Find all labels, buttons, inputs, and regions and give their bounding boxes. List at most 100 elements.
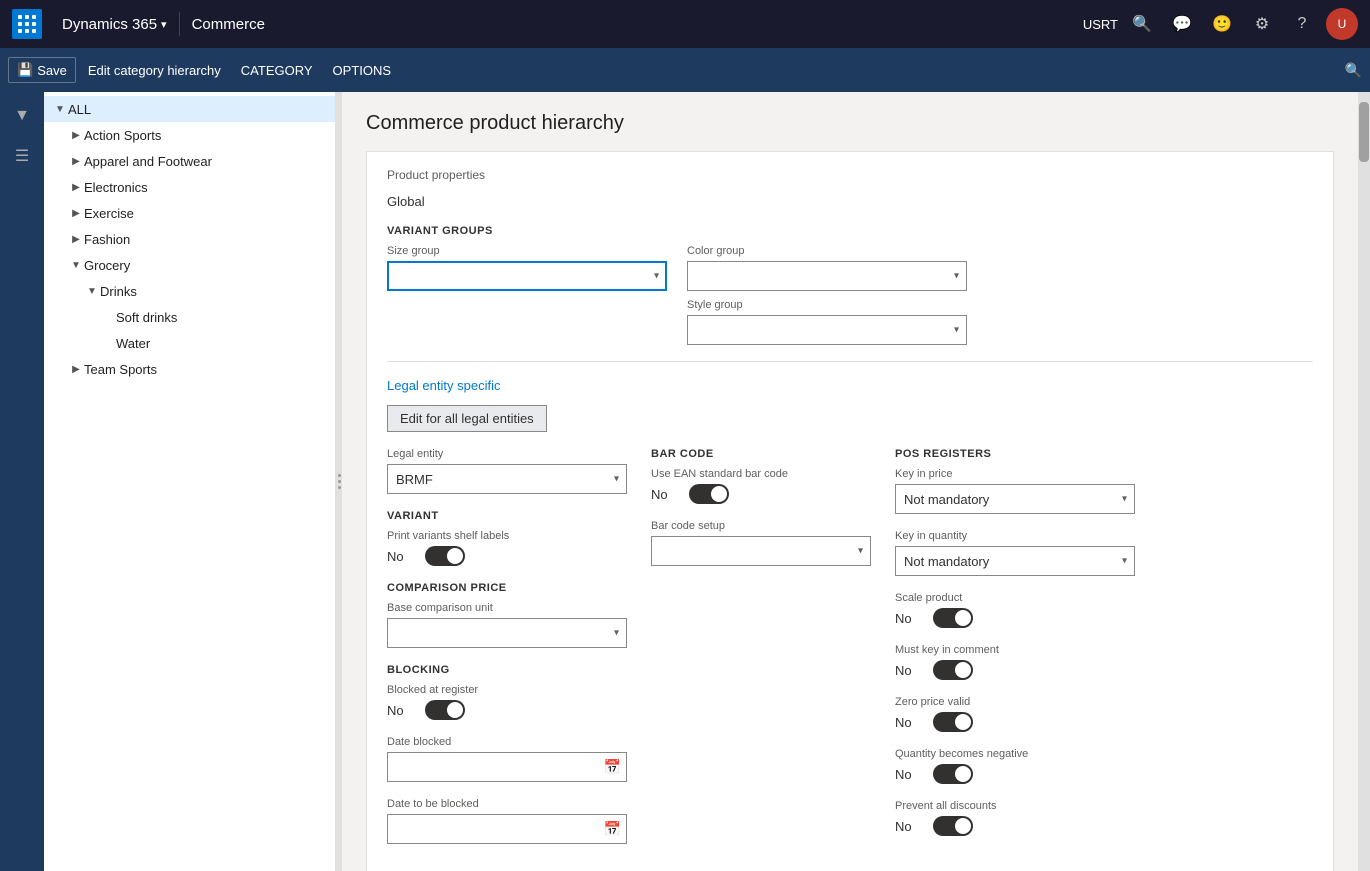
main-content: Commerce product hierarchy Product prope… (342, 92, 1358, 871)
search-icon[interactable]: 🔍 (1126, 8, 1158, 40)
key-in-price-label: Key in price (895, 468, 1135, 480)
qty-negative-toggle[interactable] (933, 764, 973, 784)
zero-price-toggle[interactable] (933, 712, 973, 732)
global-label: Global (387, 194, 1313, 209)
must-key-toggle[interactable] (933, 660, 973, 680)
base-comparison-select[interactable] (387, 618, 627, 648)
barcode-setup-group: Bar code setup ▾ (651, 520, 871, 566)
key-in-qty-label: Key in quantity (895, 530, 1135, 542)
command-bar: 💾 Save Edit category hierarchy CATEGORY … (0, 48, 1370, 92)
tree-panel: ▼ ALL ▶ Action Sports ▶ Apparel and Foot… (44, 92, 336, 871)
chevron-team-sports: ▶ (68, 361, 84, 377)
scrollbar-right[interactable] (1358, 92, 1370, 871)
search-area[interactable]: 🔍 (1345, 62, 1362, 79)
legal-entity-select[interactable]: BRMF (387, 464, 627, 494)
tree-label-all: ALL (68, 102, 327, 117)
print-variants-toggle[interactable] (425, 546, 465, 566)
tree-label-electronics: Electronics (84, 180, 327, 195)
must-key-no: No (895, 663, 925, 678)
color-group-select[interactable] (687, 261, 967, 291)
must-key-comment-group: Must key in comment No (895, 644, 1135, 680)
product-properties-label: Product properties (387, 168, 1313, 182)
size-group-field: Size group ▾ (387, 245, 667, 291)
scale-toggle[interactable] (933, 608, 973, 628)
tree-item-water[interactable]: Water (44, 330, 335, 356)
chevron-apparel: ▶ (68, 153, 84, 169)
col-right: POS REGISTERS Key in price Not mandatory… (895, 448, 1135, 860)
tree-item-all[interactable]: ▼ ALL (44, 96, 335, 122)
tree-item-exercise[interactable]: ▶ Exercise (44, 200, 335, 226)
edit-legal-button[interactable]: Edit for all legal entities (387, 405, 547, 432)
tree-item-electronics[interactable]: ▶ Electronics (44, 174, 335, 200)
search-magnifier-icon[interactable]: 🔍 (1345, 62, 1362, 78)
date-to-be-blocked-input[interactable] (387, 814, 627, 844)
zero-price-group: Zero price valid No (895, 696, 1135, 732)
avatar[interactable]: U (1326, 8, 1358, 40)
tree-item-apparel[interactable]: ▶ Apparel and Footwear (44, 148, 335, 174)
page-title: Commerce product hierarchy (366, 112, 1334, 135)
must-key-comment-label: Must key in comment (895, 644, 1135, 656)
chevron-action-sports: ▶ (68, 127, 84, 143)
key-in-price-select[interactable]: Not mandatory Mandatory Must key in (895, 484, 1135, 514)
tree-label-action-sports: Action Sports (84, 128, 327, 143)
blocking-header: BLOCKING (387, 664, 627, 676)
barcode-header: BAR CODE (651, 448, 871, 460)
save-button[interactable]: 💾 Save (8, 57, 76, 83)
variant-groups-header: VARIANT GROUPS (387, 225, 1313, 237)
tree-label-apparel: Apparel and Footwear (84, 154, 327, 169)
chevron-electronics: ▶ (68, 179, 84, 195)
blocked-register-group: Blocked at register No (387, 684, 627, 720)
barcode-setup-select[interactable] (651, 536, 871, 566)
options-menu[interactable]: OPTIONS (325, 59, 400, 82)
color-group-field: Color group ▾ (687, 245, 967, 291)
tree-label-drinks: Drinks (100, 284, 327, 299)
print-variants-label: Print variants shelf labels (387, 530, 627, 542)
menu-icon[interactable]: ☰ (6, 140, 38, 172)
tree-label-fashion: Fashion (84, 232, 327, 247)
user-label: USRT (1083, 17, 1118, 32)
tree-item-action-sports[interactable]: ▶ Action Sports (44, 122, 335, 148)
use-ean-toggle[interactable] (689, 484, 729, 504)
tree-item-soft-drinks[interactable]: Soft drinks (44, 304, 335, 330)
tree-item-team-sports[interactable]: ▶ Team Sports (44, 356, 335, 382)
edit-hierarchy-button[interactable]: Edit category hierarchy (80, 59, 229, 82)
prevent-discounts-toggle[interactable] (933, 816, 973, 836)
scale-product-label: Scale product (895, 592, 1135, 604)
pos-registers-header: POS REGISTERS (895, 448, 1135, 460)
sidebar-icon-panel: ▼ ☰ (0, 92, 44, 871)
use-ean-group: Use EAN standard bar code No (651, 468, 871, 504)
zero-price-no: No (895, 715, 925, 730)
waffle-button[interactable] (12, 9, 42, 39)
date-blocked-input[interactable] (387, 752, 627, 782)
key-in-qty-select[interactable]: Not mandatory Mandatory Must key in (895, 546, 1135, 576)
blocked-register-toggle[interactable] (425, 700, 465, 720)
smiley-icon[interactable]: 🙂 (1206, 8, 1238, 40)
tree-item-fashion[interactable]: ▶ Fashion (44, 226, 335, 252)
scroll-thumb[interactable] (1359, 102, 1369, 162)
tree-item-grocery[interactable]: ▼ Grocery (44, 252, 335, 278)
chevron-drinks: ▼ (84, 283, 100, 299)
style-group-select[interactable] (687, 315, 967, 345)
use-ean-label: Use EAN standard bar code (651, 468, 871, 480)
size-group-select[interactable] (387, 261, 667, 291)
qty-negative-no: No (895, 767, 925, 782)
section-divider-1 (387, 361, 1313, 362)
qty-negative-label: Quantity becomes negative (895, 748, 1135, 760)
app-name[interactable]: Dynamics 365 ▾ (54, 16, 175, 33)
filter-icon[interactable]: ▼ (6, 100, 38, 132)
blocked-no: No (387, 703, 417, 718)
help-icon[interactable]: ? (1286, 8, 1318, 40)
calendar-to-be-blocked-icon[interactable]: 📅 (604, 821, 621, 838)
chat-icon[interactable]: 💬 (1166, 8, 1198, 40)
chevron-exercise: ▶ (68, 205, 84, 221)
app-module: Commerce (184, 16, 273, 33)
prevent-no: No (895, 819, 925, 834)
save-icon: 💾 (17, 62, 33, 78)
calendar-blocked-icon[interactable]: 📅 (604, 759, 621, 776)
category-menu[interactable]: CATEGORY (233, 59, 321, 82)
date-blocked-label: Date blocked (387, 736, 627, 748)
top-bar: Dynamics 365 ▾ Commerce USRT 🔍 💬 🙂 ⚙ ? U (0, 0, 1370, 48)
qty-negative-group: Quantity becomes negative No (895, 748, 1135, 784)
settings-icon[interactable]: ⚙ (1246, 8, 1278, 40)
tree-item-drinks[interactable]: ▼ Drinks (44, 278, 335, 304)
